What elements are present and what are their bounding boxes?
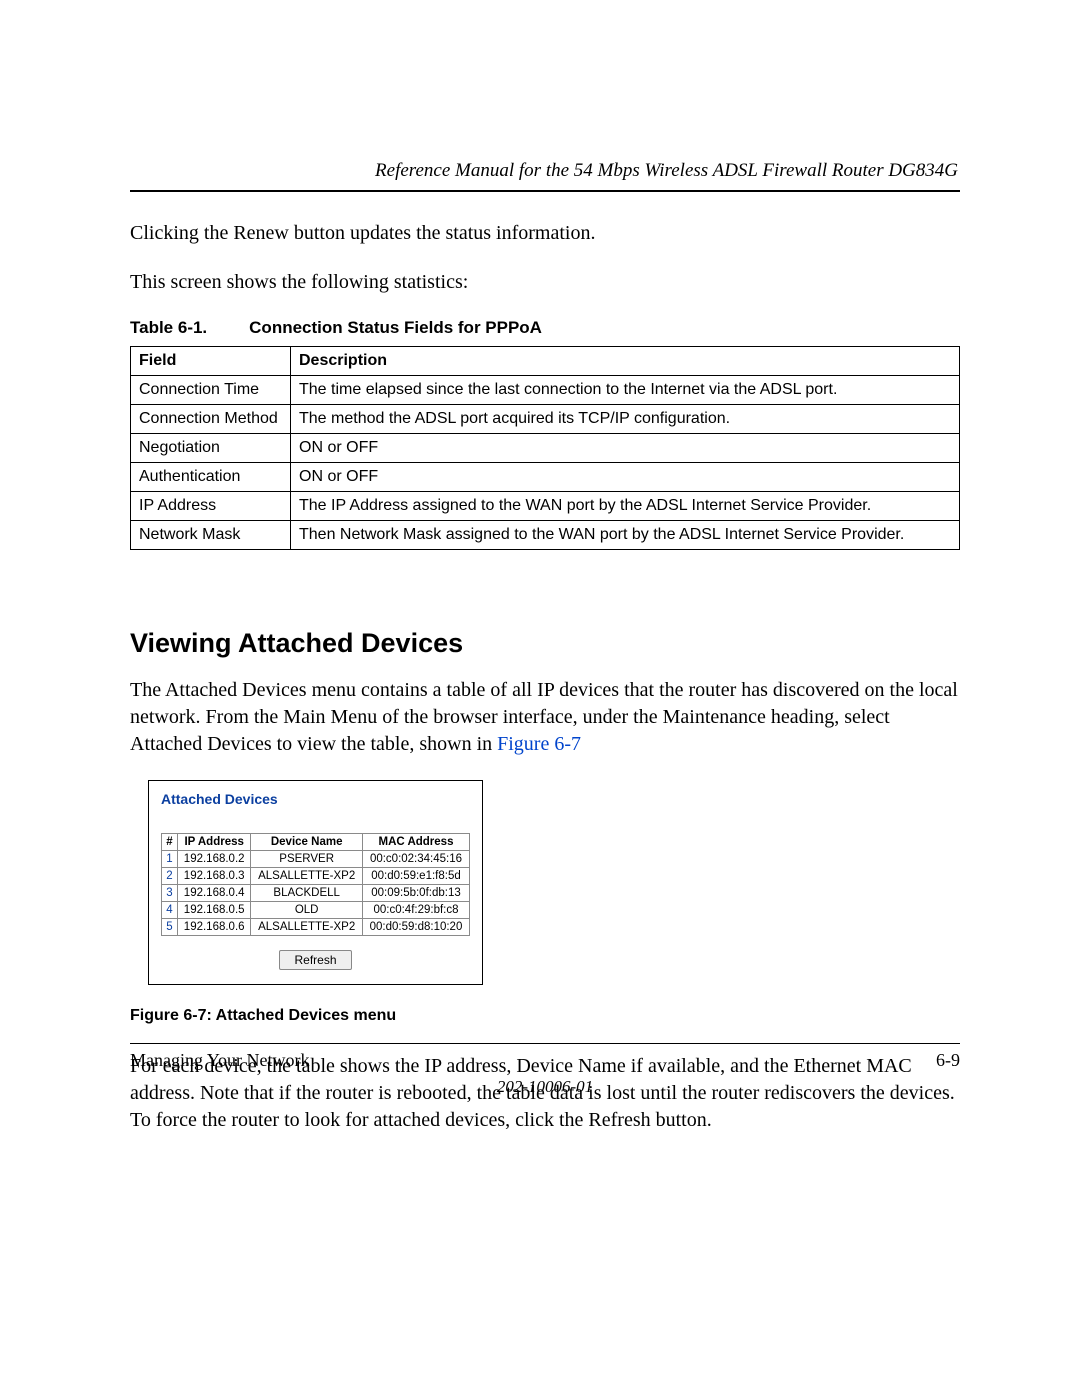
dev-ip: 192.168.0.2 (178, 851, 251, 868)
dev-header-num: # (162, 834, 178, 851)
figure-link[interactable]: Figure 6-7 (497, 733, 581, 755)
status-field: IP Address (131, 492, 291, 521)
table-row: 4 192.168.0.5 OLD 00:c0:4f:29:bf:c8 (162, 902, 470, 919)
dev-num: 5 (162, 919, 178, 936)
dev-mac: 00:c0:4f:29:bf:c8 (362, 902, 469, 919)
dev-num: 1 (162, 851, 178, 868)
dev-name: OLD (251, 902, 363, 919)
dev-ip: 192.168.0.3 (178, 868, 251, 885)
dev-header-ip: IP Address (178, 834, 251, 851)
status-table-header-field: Field (131, 347, 291, 376)
footer-rule (130, 1043, 960, 1044)
footer-chapter: Managing Your Network (130, 1050, 310, 1071)
status-table-caption-title: Connection Status Fields for PPPoA (249, 318, 542, 337)
dev-header-name: Device Name (251, 834, 363, 851)
table-row: 1 192.168.0.2 PSERVER 00:c0:02:34:45:16 (162, 851, 470, 868)
header-rule (130, 190, 960, 192)
intro-paragraph-1: Clicking the Renew button updates the st… (130, 220, 960, 247)
section-paragraph-1: The Attached Devices menu contains a tab… (130, 677, 960, 758)
dev-mac: 00:09:5b:0f:db:13 (362, 885, 469, 902)
dev-mac: 00:d0:59:e1:f8:5d (362, 868, 469, 885)
table-row: 5 192.168.0.6 ALSALLETTE-XP2 00:d0:59:d8… (162, 919, 470, 936)
dev-ip: 192.168.0.4 (178, 885, 251, 902)
table-row: IP Address The IP Address assigned to th… (131, 492, 960, 521)
dev-num: 2 (162, 868, 178, 885)
status-table-caption: Table 6-1. Connection Status Fields for P… (130, 318, 960, 338)
status-desc: The method the ADSL port acquired its TC… (291, 405, 960, 434)
status-desc: ON or OFF (291, 434, 960, 463)
table-row: Connection Method The method the ADSL po… (131, 405, 960, 434)
status-desc: The IP Address assigned to the WAN port … (291, 492, 960, 521)
footer-page-number: 6-9 (936, 1050, 960, 1071)
dev-num: 3 (162, 885, 178, 902)
table-row: 3 192.168.0.4 BLACKDELL 00:09:5b:0f:db:1… (162, 885, 470, 902)
attached-devices-table: # IP Address Device Name MAC Address 1 1… (161, 833, 470, 936)
dev-mac: 00:d0:59:d8:10:20 (362, 919, 469, 936)
status-table-caption-label: Table 6-1. (130, 318, 207, 337)
attached-devices-title: Attached Devices (161, 791, 470, 807)
table-row: 2 192.168.0.3 ALSALLETTE-XP2 00:d0:59:e1… (162, 868, 470, 885)
figure-caption: Figure 6-7: Attached Devices menu (130, 1007, 960, 1025)
status-table-header-desc: Description (291, 347, 960, 376)
section-heading-attached-devices: Viewing Attached Devices (130, 628, 960, 659)
dev-name: BLACKDELL (251, 885, 363, 902)
status-desc: The time elapsed since the last connecti… (291, 376, 960, 405)
status-table: Field Description Connection Time The ti… (130, 346, 960, 550)
dev-name: PSERVER (251, 851, 363, 868)
table-row: Negotiation ON or OFF (131, 434, 960, 463)
status-field: Connection Time (131, 376, 291, 405)
dev-name: ALSALLETTE-XP2 (251, 868, 363, 885)
table-row: Authentication ON or OFF (131, 463, 960, 492)
dev-name: ALSALLETTE-XP2 (251, 919, 363, 936)
attached-devices-screenshot: Attached Devices # IP Address Device Nam… (148, 780, 483, 985)
status-field: Connection Method (131, 405, 291, 434)
dev-ip: 192.168.0.6 (178, 919, 251, 936)
status-field: Negotiation (131, 434, 291, 463)
dev-header-mac: MAC Address (362, 834, 469, 851)
table-row: Connection Time The time elapsed since t… (131, 376, 960, 405)
page-header-title: Reference Manual for the 54 Mbps Wireles… (130, 160, 960, 182)
refresh-button[interactable]: Refresh (279, 950, 351, 970)
intro-paragraph-2: This screen shows the following statisti… (130, 269, 960, 296)
dev-ip: 192.168.0.5 (178, 902, 251, 919)
status-field: Authentication (131, 463, 291, 492)
status-desc: ON or OFF (291, 463, 960, 492)
dev-mac: 00:c0:02:34:45:16 (362, 851, 469, 868)
status-desc: Then Network Mask assigned to the WAN po… (291, 521, 960, 550)
dev-num: 4 (162, 902, 178, 919)
status-field: Network Mask (131, 521, 291, 550)
footer-doc-number: 202-10006-01 (130, 1077, 960, 1097)
table-row: Network Mask Then Network Mask assigned … (131, 521, 960, 550)
